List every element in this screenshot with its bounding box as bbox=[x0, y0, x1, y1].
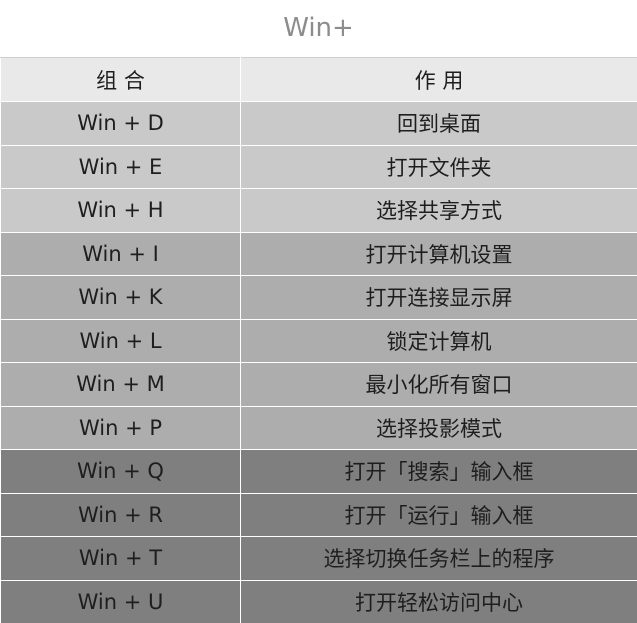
shortcut-combo: Win + P bbox=[0, 405, 241, 450]
table-row: Win + R 打开「运行」输入框 bbox=[0, 492, 637, 537]
page-title: Win+ bbox=[0, 0, 637, 57]
shortcut-combo: Win + Q bbox=[0, 449, 241, 494]
shortcut-combo: Win + K bbox=[0, 275, 241, 320]
table-row: Win + M 最小化所有窗口 bbox=[0, 362, 637, 407]
shortcut-combo: Win + T bbox=[0, 536, 241, 581]
shortcut-action: 选择共享方式 bbox=[240, 188, 637, 233]
table-row: Win + E 打开文件夹 bbox=[0, 144, 637, 189]
table-body: Win + D 回到桌面 Win + E 打开文件夹 Win + H 选择共享方式 Win … bbox=[0, 101, 637, 623]
shortcut-combo: Win + E bbox=[0, 144, 241, 189]
shortcut-action: 选择切换任务栏上的程序 bbox=[240, 536, 637, 581]
shortcut-action: 打开「搜索」输入框 bbox=[240, 449, 637, 494]
shortcut-action: 打开轻松访问中心 bbox=[240, 579, 637, 623]
shortcut-combo: Win + D bbox=[0, 101, 241, 146]
shortcut-combo: Win + L bbox=[0, 318, 241, 363]
shortcut-action: 打开「运行」输入框 bbox=[240, 492, 637, 537]
table-row: Win + I 打开计算机设置 bbox=[0, 231, 637, 276]
table-row: Win + T 选择切换任务栏上的程序 bbox=[0, 536, 637, 581]
shortcut-action: 锁定计算机 bbox=[240, 318, 637, 363]
shortcut-combo: Win + H bbox=[0, 188, 241, 233]
shortcut-sheet: Win+ 组 合 作 用 Win + D 回到桌面 Win + E 打开文件夹 Win … bbox=[0, 0, 637, 623]
shortcut-combo: Win + R bbox=[0, 492, 241, 537]
shortcut-action: 回到桌面 bbox=[240, 101, 637, 146]
table-row: Win + D 回到桌面 bbox=[0, 101, 637, 146]
shortcut-combo: Win + M bbox=[0, 362, 241, 407]
shortcut-table: 组 合 作 用 Win + D 回到桌面 Win + E 打开文件夹 Win + H 选择… bbox=[0, 57, 637, 623]
shortcut-combo: Win + U bbox=[0, 579, 241, 623]
shortcut-combo: Win + I bbox=[0, 231, 241, 276]
table-row: Win + Q 打开「搜索」输入框 bbox=[0, 449, 637, 494]
shortcut-action: 最小化所有窗口 bbox=[240, 362, 637, 407]
header-action: 作 用 bbox=[240, 57, 637, 102]
table-row: Win + U 打开轻松访问中心 bbox=[0, 579, 637, 623]
shortcut-action: 选择投影模式 bbox=[240, 405, 637, 450]
table-row: Win + K 打开连接显示屏 bbox=[0, 275, 637, 320]
table-row: Win + P 选择投影模式 bbox=[0, 405, 637, 450]
table-header-row: 组 合 作 用 bbox=[0, 57, 637, 102]
table-row: Win + H 选择共享方式 bbox=[0, 188, 637, 233]
shortcut-action: 打开连接显示屏 bbox=[240, 275, 637, 320]
header-combo: 组 合 bbox=[0, 57, 241, 102]
shortcut-action: 打开计算机设置 bbox=[240, 231, 637, 276]
table-row: Win + L 锁定计算机 bbox=[0, 318, 637, 363]
shortcut-action: 打开文件夹 bbox=[240, 144, 637, 189]
